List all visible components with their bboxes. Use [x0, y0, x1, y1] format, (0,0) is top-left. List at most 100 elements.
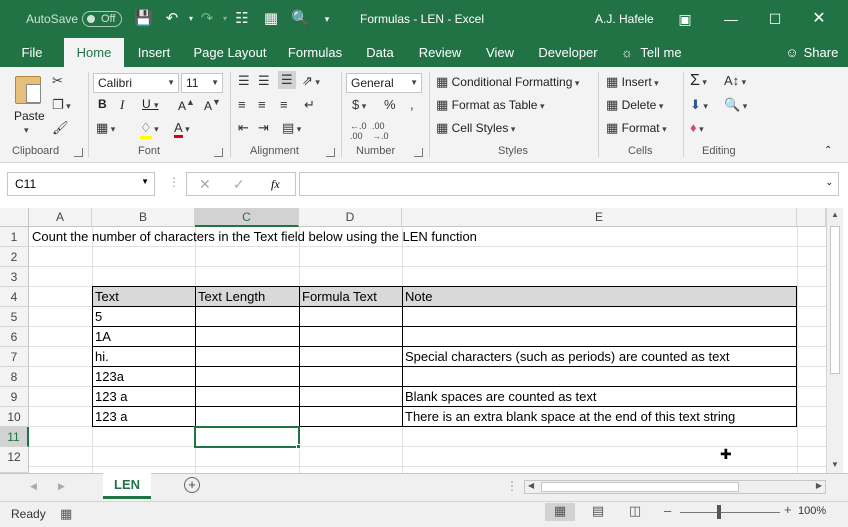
autosave-toggle[interactable]: Off [82, 11, 122, 27]
formula-input[interactable]: ⌄ [299, 172, 839, 196]
customize-qat-icon[interactable]: ▾ [318, 10, 336, 28]
number-launcher-icon[interactable] [414, 148, 423, 157]
cut-icon[interactable]: ✂ [52, 73, 63, 89]
bold-icon[interactable]: B [98, 97, 107, 111]
sheet-tab-len[interactable]: LEN [103, 473, 151, 499]
user-name[interactable]: A.J. Hafele [595, 12, 654, 26]
column-header-a[interactable]: A [29, 208, 92, 227]
prev-sheet-icon[interactable]: ◀ [30, 481, 37, 492]
number-format-combo[interactable]: General ▼ [346, 73, 422, 93]
find-select-icon[interactable]: 🔍 ▾ [724, 97, 747, 113]
column-header-d[interactable]: D [299, 208, 402, 227]
tell-me-search[interactable]: Tell me [638, 38, 684, 67]
tab-data[interactable]: Data [361, 38, 399, 67]
tab-home[interactable]: Home [64, 38, 124, 67]
row-header-10[interactable]: 10 [0, 407, 29, 427]
tab-formulas[interactable]: Formulas [284, 38, 346, 67]
font-color-icon[interactable]: A ▾ [174, 120, 190, 138]
save-icon[interactable]: 💾 [134, 10, 153, 28]
horizontal-scrollbar[interactable]: ◀ ▶ [524, 480, 826, 494]
normal-view-icon[interactable]: ▦ [545, 503, 575, 521]
row-header-9[interactable]: 9 [0, 387, 29, 407]
tab-file[interactable]: File [14, 38, 50, 67]
scroll-left-icon[interactable]: ◀ [528, 481, 534, 490]
collapse-ribbon-icon[interactable]: ⌃ [824, 145, 832, 156]
vertical-scroll-thumb[interactable] [830, 226, 840, 374]
name-box[interactable]: C11 ▼ [7, 172, 155, 196]
cell-c4[interactable]: Text Length [195, 287, 265, 307]
cell-b8[interactable]: 123a [92, 367, 124, 387]
align-center-icon[interactable]: ≡ [258, 97, 266, 112]
row-header-8[interactable]: 8 [0, 367, 29, 387]
comma-icon[interactable]: , [410, 97, 414, 112]
paste-button[interactable]: Paste [14, 109, 45, 123]
row-header-12[interactable]: 12 [0, 447, 29, 473]
print-preview-icon[interactable]: 🔍 [291, 10, 310, 28]
row-header-2[interactable]: 2 [0, 247, 29, 267]
borders-icon[interactable]: ▦ ▾ [96, 120, 115, 136]
clipboard-launcher-icon[interactable] [74, 148, 83, 157]
increase-indent-icon[interactable]: ⇥ [258, 120, 269, 136]
tab-page-layout[interactable]: Page Layout [191, 38, 269, 67]
column-header-b[interactable]: B [92, 208, 195, 227]
tab-review[interactable]: Review [414, 38, 466, 67]
paste-dropdown-icon[interactable]: ▾ [24, 125, 29, 136]
decrease-decimal-icon[interactable]: .00 →.0 [372, 121, 389, 141]
format-as-table-button[interactable]: ▦ Format as Table ▾ [436, 97, 545, 113]
cell-b9[interactable]: 123 a [92, 387, 128, 407]
underline-icon[interactable]: U ▾ [142, 97, 159, 111]
row-header-1[interactable]: 1 [0, 227, 29, 247]
minimize-icon[interactable]: — [720, 8, 742, 30]
zoom-slider[interactable] [680, 512, 780, 513]
delete-cells-button[interactable]: ▦ Delete ▾ [606, 97, 663, 113]
fill-handle[interactable] [296, 444, 301, 449]
currency-icon[interactable]: $ ▾ [352, 97, 366, 112]
middle-align-icon[interactable]: ☰ [258, 73, 270, 89]
redo-icon[interactable]: ↷ [198, 10, 216, 28]
scroll-right-icon[interactable]: ▶ [816, 481, 822, 490]
format-painter-icon[interactable]: 🖌 [52, 120, 69, 136]
merge-center-icon[interactable]: ▤ ▾ [282, 120, 301, 136]
cancel-entry-icon[interactable]: ✕ [199, 176, 211, 193]
cell-styles-button[interactable]: ▦ Cell Styles ▾ [436, 120, 515, 136]
cell-e7[interactable]: Special characters (such as periods) are… [402, 347, 729, 367]
clear-icon[interactable]: ♦ ▾ [690, 120, 704, 135]
new-sheet-icon[interactable]: + [184, 477, 200, 493]
redo-dropdown-icon[interactable]: ▾ [216, 10, 234, 28]
paste-icon[interactable] [15, 76, 41, 104]
zoom-out-icon[interactable]: – [664, 503, 671, 518]
cell-e4[interactable]: Note [402, 287, 432, 307]
zoom-in-icon[interactable]: + [784, 502, 792, 517]
cell-b6[interactable]: 1A [92, 327, 111, 347]
ribbon-display-icon[interactable]: ▣ [674, 8, 696, 30]
row-header-7[interactable]: 7 [0, 347, 29, 367]
cell-e9[interactable]: Blank spaces are counted as text [402, 387, 597, 407]
row-header-5[interactable]: 5 [0, 307, 29, 327]
alignment-launcher-icon[interactable] [326, 148, 335, 157]
percent-icon[interactable]: % [384, 97, 396, 112]
expand-formula-icon[interactable]: ⌄ [825, 177, 833, 188]
bottom-align-icon[interactable]: ☰ [278, 71, 296, 89]
column-header-e[interactable]: E [402, 208, 797, 227]
active-cell-c11[interactable] [194, 426, 300, 448]
next-sheet-icon[interactable]: ▶ [58, 481, 65, 492]
cell-a1[interactable]: Count the number of characters in the Te… [29, 227, 477, 247]
zoom-slider-thumb[interactable] [717, 505, 721, 519]
tab-developer[interactable]: Developer [534, 38, 602, 67]
sort-filter-icon[interactable]: A↕ ▾ [724, 73, 746, 88]
row-header-3[interactable]: 3 [0, 267, 29, 287]
decrease-indent-icon[interactable]: ⇤ [238, 120, 249, 136]
maximize-icon[interactable]: ☐ [764, 8, 786, 30]
zoom-level[interactable]: 100% [798, 505, 826, 517]
increase-font-icon[interactable]: A▲ [178, 97, 195, 113]
orientation-icon[interactable]: ⇗ ▾ [302, 73, 320, 89]
form-icon[interactable]: ▦ [262, 10, 280, 28]
horizontal-scroll-thumb[interactable] [541, 482, 739, 492]
touch-mode-icon[interactable]: ☷ [233, 10, 251, 28]
page-layout-view-icon[interactable]: ▤ [583, 503, 613, 521]
scroll-up-icon[interactable]: ▲ [831, 210, 839, 219]
cell-d4[interactable]: Formula Text [299, 287, 377, 307]
cell-b5[interactable]: 5 [92, 307, 102, 327]
column-header-c[interactable]: C [195, 208, 299, 227]
select-all-corner[interactable] [0, 208, 29, 227]
